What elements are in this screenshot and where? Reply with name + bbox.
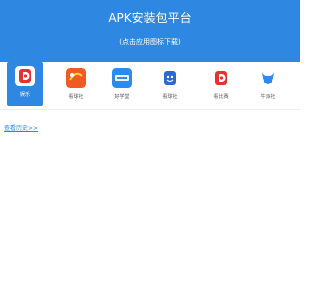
app-item-4[interactable]: 看比赛 (206, 64, 236, 108)
red-d-app-icon[interactable] (15, 66, 35, 86)
orange-sport-app-icon[interactable] (66, 68, 86, 88)
app-item-3[interactable]: 看球社 (155, 64, 185, 108)
blue-bull-app-icon[interactable] (258, 68, 278, 88)
red-d-app-icon[interactable] (211, 68, 231, 88)
app-item-5[interactable]: 牛派社 (253, 64, 283, 108)
app-label: 看球社 (162, 94, 178, 100)
history-link[interactable]: 查看历史>> (4, 125, 38, 133)
app-label: 看球社 (68, 94, 84, 100)
page-subtitle: (点击应用图标下载) (119, 38, 181, 46)
blue-face-app-icon[interactable] (160, 68, 180, 88)
app-label: 看比赛 (213, 94, 229, 100)
page-title: APK安装包平台 (108, 11, 192, 25)
blue-school-app-icon[interactable] (112, 68, 132, 88)
header-banner: APK安装包平台 (点击应用图标下载) (0, 0, 300, 62)
app-label: 牛派社 (260, 94, 276, 100)
app-item-2[interactable]: 好学堂 (107, 64, 137, 108)
app-item-0[interactable]: 娱乐 (7, 62, 43, 106)
app-item-1[interactable]: 看球社 (61, 64, 91, 108)
app-strip: 娱乐 看球社 好学堂 看球社 看比赛 牛派社 (0, 62, 300, 110)
app-label: 娱乐 (19, 92, 30, 98)
app-label: 好学堂 (114, 94, 130, 100)
